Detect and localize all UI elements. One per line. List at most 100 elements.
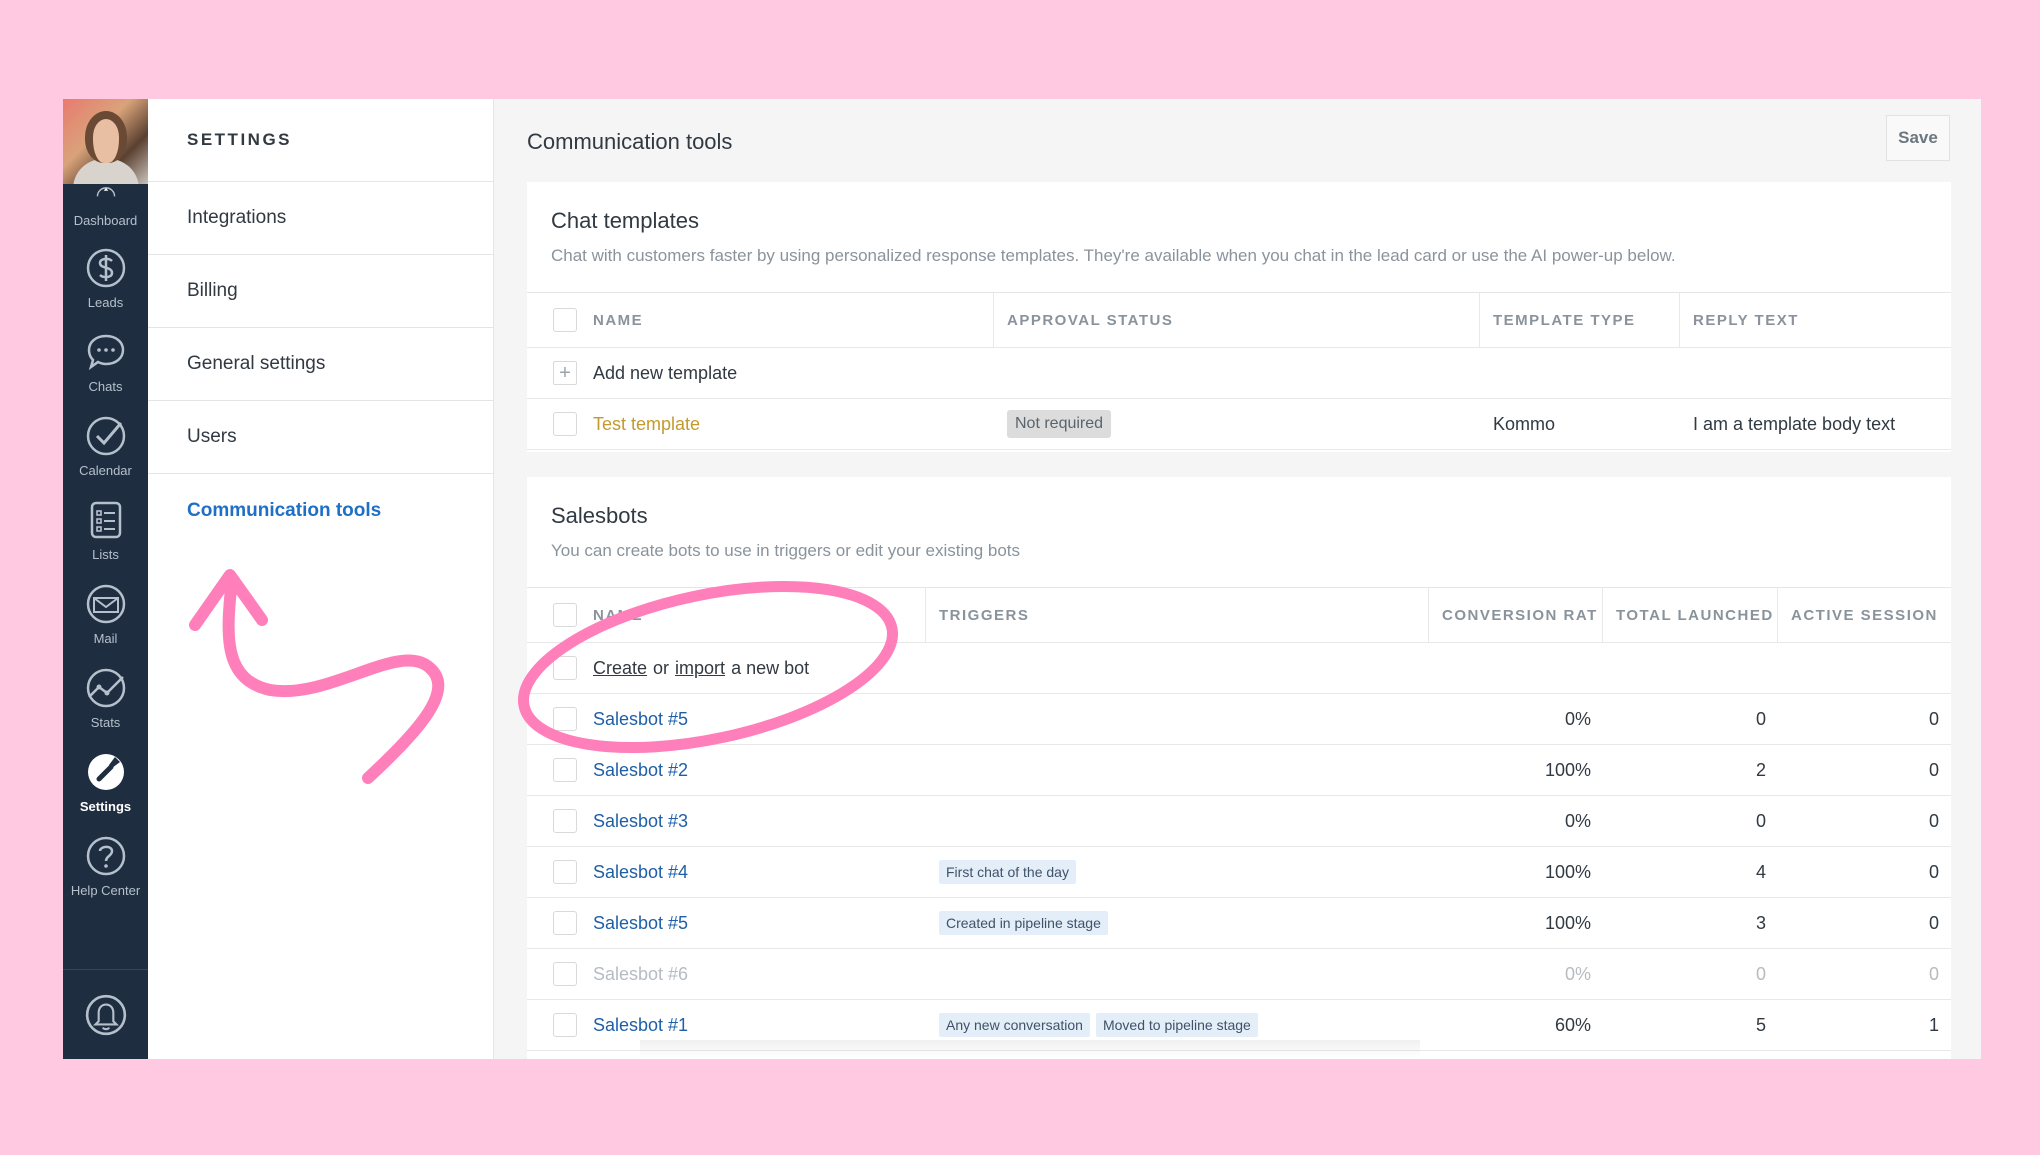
salesbot-name-link[interactable]: Salesbot #3: [593, 811, 688, 832]
create-bot-link[interactable]: Create: [593, 658, 647, 679]
table-row[interactable]: Salesbot #4 First chat of the day 100% 4 0: [527, 847, 1951, 898]
mail-icon: [86, 584, 125, 624]
dashboard-icon: [96, 187, 115, 197]
trigger-tag[interactable]: First chat of the day: [939, 860, 1076, 884]
row-checkbox[interactable]: [553, 707, 577, 731]
salesbot-name-link[interactable]: Salesbot #5: [593, 913, 688, 934]
table-row[interactable]: Salesbot #6 0% 0 0: [527, 949, 1951, 1000]
dollar-icon: [86, 248, 125, 288]
column-header-name: NAME: [593, 311, 644, 329]
sidebar-item-billing[interactable]: Billing: [148, 255, 493, 328]
row-checkbox[interactable]: [553, 412, 577, 436]
nav-label: Help Center: [70, 883, 141, 898]
help-icon: [86, 836, 125, 876]
row-checkbox[interactable]: [553, 809, 577, 833]
nav-item-help-center[interactable]: Help Center: [63, 824, 148, 908]
active-sessions: 0: [1928, 759, 1939, 780]
total-launched: 4: [1755, 861, 1766, 882]
row-checkbox[interactable]: [553, 962, 577, 986]
chat-bubble-icon: [87, 334, 124, 371]
total-launched: 3: [1755, 912, 1766, 933]
table-row[interactable]: Salesbot #2 100% 2 0: [527, 745, 1951, 796]
salesbot-name-link[interactable]: Salesbot #4: [593, 862, 688, 883]
stats-icon: [86, 668, 125, 708]
active-sessions: 0: [1928, 708, 1939, 729]
nav-item-chats[interactable]: Chats: [63, 320, 148, 404]
total-launched: 0: [1755, 810, 1766, 831]
table-header: NAME TRIGGERS CONVERSION RAT TOTAL LAUNC…: [527, 588, 1951, 643]
row-checkbox[interactable]: [553, 1013, 577, 1037]
nav-item-lists[interactable]: Lists: [63, 488, 148, 572]
column-header-template-type: TEMPLATE TYPE: [1480, 293, 1680, 347]
nav-label: Lists: [92, 547, 119, 562]
column-header-active-sessions: ACTIVE SESSION: [1791, 606, 1938, 624]
settings-title: SETTINGS: [148, 99, 493, 182]
nav-item-calendar[interactable]: Calendar: [63, 404, 148, 488]
column-header-total-launched: TOTAL LAUNCHED: [1603, 588, 1778, 642]
salesbots-subtitle: You can create bots to use in triggers o…: [551, 541, 1021, 560]
nav-label: Leads: [87, 295, 124, 310]
sidebar-item-integrations[interactable]: Integrations: [148, 182, 493, 255]
sidebar-item-general-settings[interactable]: General settings: [148, 328, 493, 401]
conversion-rate: 60%: [1554, 1014, 1591, 1035]
conversion-rate: 100%: [1544, 759, 1591, 780]
create-bot-row: Create or import a new bot: [527, 643, 1951, 694]
trigger-tag[interactable]: Moved to pipeline stage: [1095, 1013, 1258, 1037]
settings-sidebar: SETTINGS Integrations Billing General se…: [148, 99, 494, 1059]
nav-item-stats[interactable]: Stats: [63, 656, 148, 740]
status-badge: Not required: [1007, 410, 1112, 438]
nav-label: Mail: [93, 631, 118, 646]
table-row[interactable]: Salesbot #5 0% 0 0: [527, 694, 1951, 745]
wrench-icon: [87, 754, 124, 790]
salesbot-name-link[interactable]: Salesbot #2: [593, 760, 688, 781]
avatar[interactable]: [63, 99, 148, 184]
conversion-rate: 100%: [1544, 861, 1591, 882]
bell-icon: [85, 994, 126, 1035]
nav-label: Chats: [88, 379, 123, 394]
or-text: or: [653, 657, 670, 678]
row-checkbox[interactable]: [553, 758, 577, 782]
template-type: Kommo: [1493, 413, 1556, 434]
template-name-link[interactable]: Test template: [593, 414, 700, 435]
save-button[interactable]: Save: [1886, 115, 1950, 161]
salesbot-name-link[interactable]: Salesbot #6: [593, 964, 688, 985]
nav-item-settings[interactable]: Settings: [63, 740, 148, 824]
list-icon: [90, 501, 121, 539]
trigger-tag[interactable]: Any new conversation: [939, 1013, 1090, 1037]
notifications-button[interactable]: [63, 969, 148, 1059]
salesbot-name-link[interactable]: Salesbot #1: [593, 1015, 688, 1036]
salesbots-card: Salesbots You can create bots to use in …: [527, 477, 1951, 1059]
add-template-row[interactable]: + Add new template: [527, 348, 1951, 399]
conversion-rate: 0%: [1564, 708, 1591, 729]
row-checkbox[interactable]: [553, 656, 577, 680]
trigger-tag[interactable]: Created in pipeline stage: [939, 911, 1108, 935]
select-all-checkbox[interactable]: [553, 308, 577, 332]
create-bot-rest: a new bot: [731, 657, 810, 678]
main-nav: Dashboard Leads Chats Calendar Lists Mai…: [63, 99, 148, 1059]
add-template-link[interactable]: Add new template: [593, 363, 737, 384]
nav-label: Dashboard: [73, 213, 138, 228]
nav-item-leads[interactable]: Leads: [63, 236, 148, 320]
select-all-checkbox[interactable]: [553, 603, 577, 627]
page-title: Communication tools: [527, 129, 733, 154]
triggers-cell: [926, 949, 1429, 999]
salesbots-title: Salesbots: [551, 503, 648, 528]
import-bot-link[interactable]: import: [675, 658, 725, 679]
reply-text: I am a template body text: [1693, 413, 1896, 434]
row-checkbox[interactable]: [553, 911, 577, 935]
nav-item-dashboard[interactable]: Dashboard: [63, 184, 148, 236]
triggers-cell: [926, 745, 1429, 795]
sidebar-item-users[interactable]: Users: [148, 401, 493, 474]
salesbot-name-link[interactable]: Salesbot #5: [593, 709, 688, 730]
row-checkbox[interactable]: [553, 860, 577, 884]
sidebar-item-communication-tools[interactable]: Communication tools: [148, 474, 493, 547]
table-row[interactable]: Test template Not required Kommo I am a …: [527, 399, 1951, 450]
nav-label: Calendar: [79, 463, 132, 478]
conversion-rate: 0%: [1564, 963, 1591, 984]
table-row[interactable]: Salesbot #3 0% 0 0: [527, 796, 1951, 847]
nav-item-mail[interactable]: Mail: [63, 572, 148, 656]
column-header-name: NAME: [593, 606, 644, 624]
chat-templates-subtitle: Chat with customers faster by using pers…: [551, 246, 1676, 265]
table-row[interactable]: Salesbot #5 Created in pipeline stage 100%…: [527, 898, 1951, 949]
checkmark-icon: [86, 416, 125, 456]
